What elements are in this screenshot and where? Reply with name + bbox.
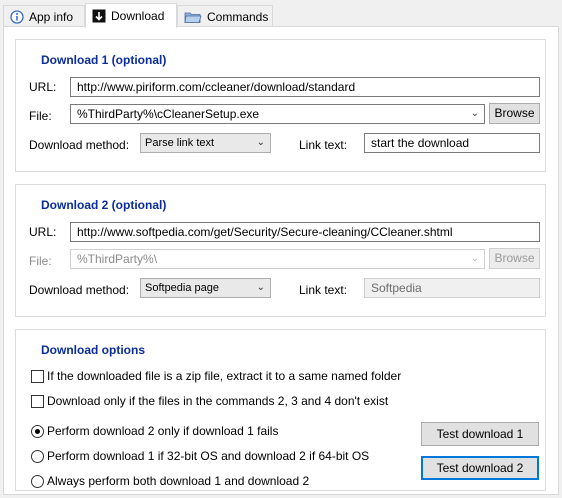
download1-file-combo[interactable]: %ThirdParty%\cCleanerSetup.exe ⌄	[70, 104, 485, 124]
download2-title: Download 2 (optional)	[41, 198, 167, 212]
radio-always-both-label[interactable]: Always perform both download 1 and downl…	[47, 474, 309, 488]
download2-method-value: Softpedia page	[145, 282, 220, 294]
radio-download2-if-fails[interactable]	[31, 425, 44, 438]
download1-title: Download 1 (optional)	[41, 53, 167, 67]
chevron-down-icon: ⌄	[470, 253, 479, 264]
download2-browse-button[interactable]: Browse	[489, 248, 540, 269]
download-options-group: Download options If the downloaded file …	[15, 329, 546, 491]
test-download2-button[interactable]: Test download 2	[421, 456, 539, 480]
download1-method-select[interactable]: Parse link text ⌄	[140, 133, 271, 153]
download1-url-input[interactable]: http://www.piriform.com/ccleaner/downloa…	[70, 77, 540, 97]
download2-file-combo[interactable]: %ThirdParty%\ ⌄	[70, 249, 485, 269]
folder-icon	[184, 10, 202, 24]
tab-commands[interactable]: Commands	[177, 5, 273, 27]
download-only-if-missing-checkbox[interactable]	[31, 395, 44, 408]
radio-download2-if-fails-label[interactable]: Perform download 2 only if download 1 fa…	[47, 424, 278, 438]
download2-file-value: %ThirdParty%\	[77, 252, 158, 266]
chevron-down-icon: ⌄	[470, 108, 479, 119]
chevron-down-icon: ⌄	[256, 282, 265, 293]
download1-url-label: URL:	[29, 80, 57, 94]
download1-group: Download 1 (optional) URL: http://www.pi…	[15, 39, 546, 172]
download2-url-input[interactable]: http://www.softpedia.com/get/Security/Se…	[70, 222, 540, 242]
test-download1-button[interactable]: Test download 1	[421, 422, 539, 446]
tab-download[interactable]: Download	[85, 3, 177, 28]
download-options-title: Download options	[41, 343, 145, 357]
download1-file-value: %ThirdParty%\cCleanerSetup.exe	[77, 107, 260, 121]
radio-always-both[interactable]	[31, 475, 44, 488]
extract-zip-checkbox[interactable]	[31, 370, 44, 383]
extract-zip-label[interactable]: If the downloaded file is a zip file, ex…	[47, 369, 401, 383]
download2-method-select[interactable]: Softpedia page ⌄	[140, 278, 271, 298]
download2-file-label: File:	[29, 254, 52, 268]
download1-method-value: Parse link text	[145, 137, 215, 149]
download1-file-label: File:	[29, 109, 52, 123]
download2-group: Download 2 (optional) URL: http://www.so…	[15, 184, 546, 317]
download-tab-panel: Download 1 (optional) URL: http://www.pi…	[3, 26, 559, 495]
download2-url-label: URL:	[29, 225, 57, 239]
tab-commands-label: Commands	[207, 9, 269, 24]
tab-app-info-label: App info	[29, 9, 74, 24]
download-arrow-icon	[92, 9, 106, 23]
download1-linktext-input[interactable]: start the download	[364, 133, 540, 153]
info-icon	[10, 9, 24, 24]
download1-linktext-label: Link text:	[299, 138, 348, 152]
download1-browse-button[interactable]: Browse	[489, 103, 540, 124]
download2-linktext-label: Link text:	[299, 283, 348, 297]
download-only-if-missing-label[interactable]: Download only if the files in the comman…	[47, 394, 388, 408]
download2-method-label: Download method:	[29, 283, 130, 297]
tab-download-label: Download	[111, 9, 165, 23]
radio-by-os-bitness-label[interactable]: Perform download 1 if 32-bit OS and down…	[47, 449, 369, 463]
download1-method-label: Download method:	[29, 138, 130, 152]
chevron-down-icon: ⌄	[256, 137, 265, 148]
radio-by-os-bitness[interactable]	[31, 450, 44, 463]
download2-linktext-input[interactable]: Softpedia	[364, 278, 540, 298]
tab-strip: App info Download Commands	[3, 3, 559, 28]
tab-app-info[interactable]: App info	[3, 5, 85, 27]
